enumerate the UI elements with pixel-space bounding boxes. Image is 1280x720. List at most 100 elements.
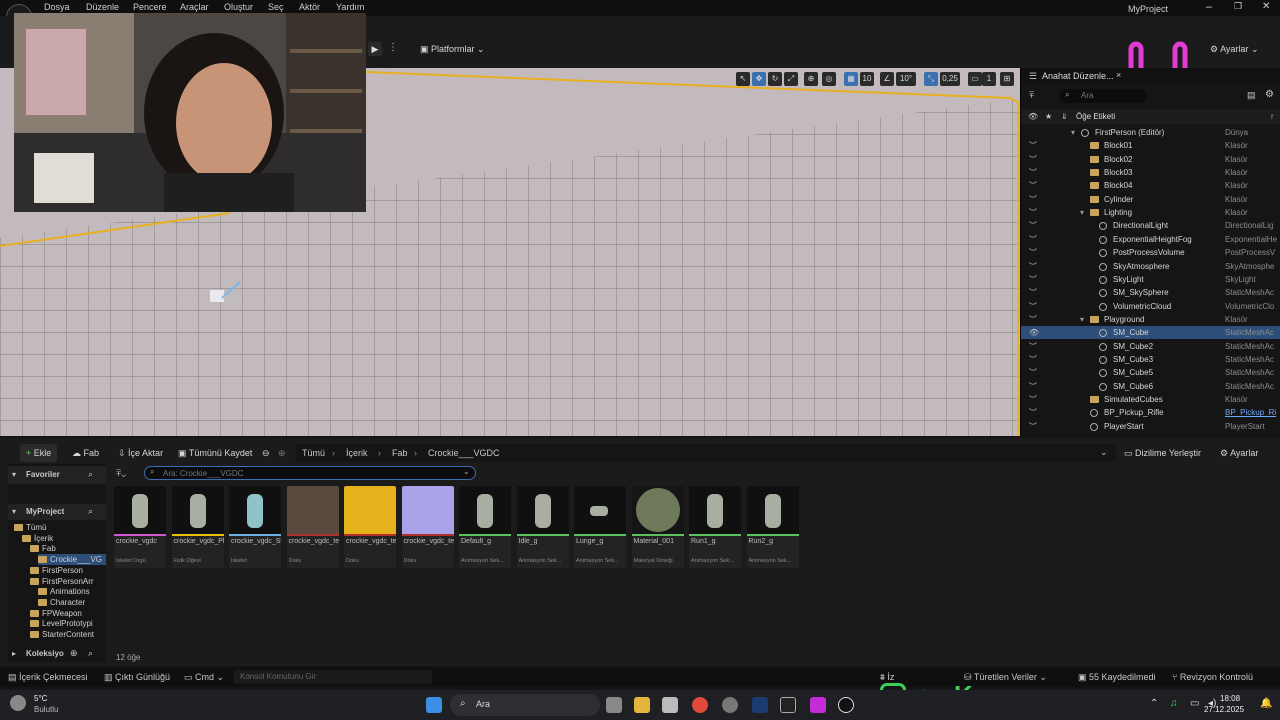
grid-snap-icon[interactable]: ▦ <box>844 72 858 86</box>
camera-speed-value[interactable]: 1 <box>982 72 996 86</box>
outliner-row[interactable]: ︶ Block04 Klasör <box>1021 179 1280 192</box>
close-icon[interactable]: ✕ <box>1262 1 1270 12</box>
outliner-row[interactable]: ︶ SM_Cube6 StaticMeshAc <box>1021 380 1280 393</box>
chrome-icon[interactable] <box>692 697 708 713</box>
type-header[interactable]: r <box>1271 112 1274 121</box>
add-collection-icon[interactable]: ⊕ <box>70 648 78 659</box>
chevron-up-icon[interactable]: ⌃ <box>1150 698 1158 709</box>
outliner-row[interactable]: ▾ FirstPerson (Editör) Dünya <box>1021 126 1280 139</box>
outliner-row[interactable]: 👁 SM_Cube StaticMeshAc <box>1021 326 1280 340</box>
outliner-row[interactable]: ︶ SM_Cube3 StaticMeshAc <box>1021 353 1280 366</box>
content-drawer-button[interactable]: ▤ İçerik Çekmecesi <box>8 672 88 683</box>
scale-snap-value[interactable]: 0,25 <box>940 72 960 86</box>
menu-actor[interactable]: Aktör <box>299 2 320 12</box>
outliner-row[interactable]: ︶ PostProcessVolume PostProcessV <box>1021 246 1280 259</box>
outliner-row[interactable]: ︶ SkyLight SkyLight <box>1021 273 1280 286</box>
visibility-icon[interactable]: ︶ <box>1029 273 1037 286</box>
visibility-icon[interactable]: ︶ <box>1029 166 1037 179</box>
visibility-icon[interactable]: ︶ <box>1029 206 1037 219</box>
folder-tree-item[interactable]: LevelPrototypi <box>30 618 93 629</box>
derived-data-button[interactable]: ⛁ Türetilen Veriler ⌄ <box>964 672 1047 683</box>
scale-snap-icon[interactable]: ⤡ <box>924 72 938 86</box>
weather-icon[interactable] <box>10 695 26 711</box>
visibility-icon[interactable]: ︶ <box>1029 260 1037 273</box>
steam-icon[interactable] <box>752 697 768 713</box>
add-folder-icon[interactable]: ▤ <box>1247 90 1256 101</box>
translate-icon[interactable]: ✥ <box>752 72 766 86</box>
console-input[interactable]: Konsol Komutunu Gir <box>234 670 432 684</box>
menu-help[interactable]: Yardım <box>336 2 364 12</box>
asset-tile[interactable]: crockie_vgdc İskelet Örgü <box>114 486 166 568</box>
outliner-row[interactable]: ︶ BP_Pickup_Rifle BP_Pickup_Ri <box>1021 406 1280 419</box>
visibility-icon[interactable]: ︶ <box>1029 246 1037 259</box>
visibility-icon[interactable]: ︶ <box>1029 366 1037 379</box>
outliner-row[interactable]: ︶ DirectionalLight DirectionalLig <box>1021 219 1280 232</box>
search-icon[interactable]: ⌕ <box>88 648 93 659</box>
notifications-icon[interactable]: 🔔 <box>1260 698 1272 709</box>
asset-tile[interactable]: crockie_vgdc_Skeleton İskelet <box>229 486 281 568</box>
outliner-row-type[interactable]: BP_Pickup_Ri <box>1225 406 1280 419</box>
world-space-icon[interactable]: ⊕ <box>804 72 818 86</box>
visibility-icon[interactable]: ︶ <box>1029 139 1037 152</box>
outliner-tab[interactable]: ☰ Anahat Düzenle... × <box>1021 68 1280 84</box>
windows-start-icon[interactable] <box>426 697 442 713</box>
folder-tree-item[interactable]: Fab <box>30 543 56 554</box>
asset-tile[interactable]: Default_g Animasyon Sek... <box>459 486 511 568</box>
minimize-icon[interactable]: – <box>1206 1 1212 13</box>
camera-speed-icon[interactable]: ▭ <box>968 72 982 86</box>
surface-snap-icon[interactable]: ◎ <box>822 72 836 86</box>
store-icon[interactable] <box>662 697 678 713</box>
github-icon[interactable] <box>722 697 738 713</box>
play-icon[interactable]: ▶ <box>368 42 382 56</box>
outliner-row[interactable]: ︶ SkyAtmosphere SkyAtmosphe <box>1021 260 1280 273</box>
more-options-icon[interactable]: ⋮ <box>388 42 398 53</box>
menu-edit[interactable]: Düzenle <box>86 2 119 12</box>
search-icon[interactable]: ⌕ <box>88 469 93 480</box>
epic-games-icon[interactable] <box>780 697 796 713</box>
scale-icon[interactable]: ⤢ <box>784 72 798 86</box>
add-button[interactable]: + Ekle <box>20 444 58 462</box>
outliner-row[interactable]: ︶ SM_SkySphere StaticMeshAc <box>1021 286 1280 299</box>
outliner-settings-icon[interactable]: ⚙ <box>1265 89 1274 100</box>
outliner-row[interactable]: ︶ Block03 Klasör <box>1021 166 1280 179</box>
chevron-down-icon[interactable]: ⌄ <box>1100 447 1108 458</box>
asset-tile[interactable]: Material_001 Materyal Örneği <box>631 486 684 568</box>
platforms-button[interactable]: ▣ Platformlar ⌄ <box>420 44 485 55</box>
visibility-icon[interactable]: ︶ <box>1029 193 1037 206</box>
dock-in-layout-button[interactable]: ▭ Dizilime Yerleştir <box>1124 444 1201 462</box>
tab-close-icon[interactable]: × <box>1116 70 1121 80</box>
outliner-row[interactable]: ︶ ExponentialHeightFog ExponentialHe <box>1021 233 1280 246</box>
viewport-layout-icon[interactable]: ⊞ <box>1000 72 1014 86</box>
asset-tile[interactable]: Run1_g Animasyon Sek... <box>689 486 741 568</box>
folder-tree-item[interactable]: Character <box>38 597 85 608</box>
collections-section[interactable]: ▸ Koleksiyo ⊕ ⌕ <box>8 646 106 662</box>
asset-tile[interactable]: crockie_vgdc_texture_1 Doku <box>344 486 396 568</box>
menu-window[interactable]: Pencere <box>133 2 167 12</box>
app-icon[interactable] <box>810 697 826 713</box>
visibility-icon[interactable]: ︶ <box>1029 313 1037 326</box>
outliner-row[interactable]: ︶ Block02 Klasör <box>1021 153 1280 166</box>
rotation-snap-icon[interactable]: ∠ <box>880 72 894 86</box>
unreal-engine-icon[interactable] <box>838 697 854 713</box>
asset-tile[interactable]: Idle_g Animasyon Sek... <box>516 486 569 568</box>
outliner-row[interactable]: ︶ SM_Cube5 StaticMeshAc <box>1021 366 1280 379</box>
menu-select[interactable]: Seç <box>268 2 284 12</box>
visibility-icon[interactable]: ︶ <box>1029 286 1037 299</box>
favorites-section[interactable]: ▾ Favoriler ⌕ <box>8 466 106 484</box>
visibility-icon[interactable]: ︶ <box>1029 420 1037 433</box>
outliner-row[interactable]: ︶ SM_Cube2 StaticMeshAc <box>1021 340 1280 353</box>
asset-tile[interactable]: Run2_g Animasyon Sek... <box>746 486 799 568</box>
visibility-icon[interactable]: 👁 <box>1029 326 1039 339</box>
cmd-dropdown[interactable]: ▭ Cmd ⌄ <box>184 672 224 683</box>
folder-tree-item[interactable]: FirstPersonArr <box>30 576 94 587</box>
select-mode-icon[interactable]: ↖ <box>736 72 750 86</box>
rotation-snap-value[interactable]: 10° <box>896 72 916 86</box>
folder-tree-item[interactable]: Crockie___VG <box>38 554 106 566</box>
maximize-icon[interactable]: ❐ <box>1234 1 1242 12</box>
chevron-down-icon[interactable]: ▾ <box>1071 126 1075 139</box>
chevron-down-icon[interactable]: ▾ <box>1080 206 1084 219</box>
visibility-icon[interactable]: ︶ <box>1029 380 1037 393</box>
visibility-icon[interactable]: ︶ <box>1029 406 1037 419</box>
outliner-row[interactable]: ︶ VolumetricCloud VolumetricClo <box>1021 300 1280 313</box>
outliner-row[interactable]: ▾ ︶ Lighting Klasör <box>1021 206 1280 219</box>
